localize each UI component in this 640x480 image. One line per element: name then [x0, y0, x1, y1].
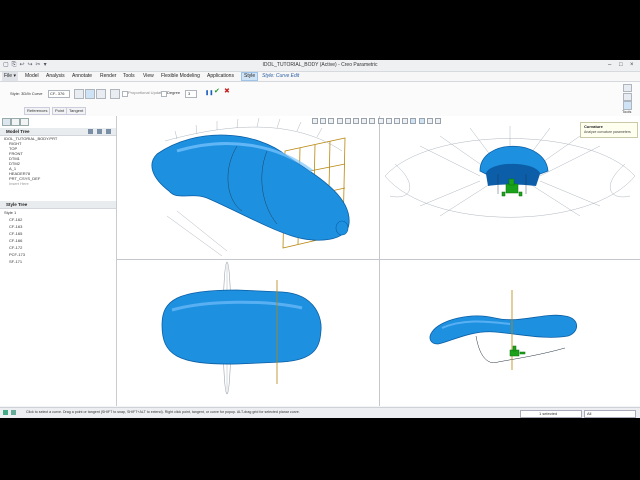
surface-right	[429, 314, 578, 345]
model-tree-item[interactable]: Insert Here	[9, 181, 29, 186]
navigator-panel: Model Tree IDOL_TUTORIAL_BODY.PRT RIGHT TO…	[0, 116, 117, 406]
surface-tip	[335, 220, 349, 236]
degree-field[interactable]: 3	[185, 90, 197, 98]
tab-tools[interactable]: Tools	[121, 72, 137, 81]
free-curve-icon[interactable]	[85, 89, 95, 99]
tree-settings-icon[interactable]	[88, 129, 93, 134]
style-tree-item[interactable]: Style 1	[4, 210, 16, 215]
window-title: IDOL_TUTORIAL_BODY (Active) - Creo Param…	[262, 62, 378, 68]
style-tree-item[interactable]: PCF-173	[9, 252, 25, 257]
tools-group-label: Tools	[622, 109, 632, 114]
ribbon-panel: Style: 3D/Ib Curve CF- 376 Proportional …	[0, 82, 640, 117]
planar-icon[interactable]	[74, 89, 84, 99]
maximize-icon[interactable]: □	[619, 61, 623, 70]
curve-type-label: Style: 3D/Ib Curve	[10, 91, 43, 96]
tab-flexible-modeling[interactable]: Flexible Modeling	[159, 72, 202, 81]
tab-style-curve-edit[interactable]: Style: Curve Edit	[260, 72, 301, 81]
tab-analysis[interactable]: Analysis	[44, 72, 67, 81]
tab-view[interactable]: View	[141, 72, 156, 81]
view-3d[interactable]	[117, 116, 379, 259]
section-tool-icon[interactable]	[623, 93, 632, 101]
style-tree-header[interactable]: Style Tree	[0, 201, 116, 209]
pause-button[interactable]: ❚❚	[205, 89, 213, 97]
tab-annotate[interactable]: Annotate	[70, 72, 94, 81]
ribbon-tabs: File ▾ Model Analysis Annotate Render Tools Vi…	[0, 72, 640, 82]
graphics-area[interactable]	[117, 116, 640, 406]
tree-columns-icon[interactable]	[106, 129, 111, 134]
status-bar: Click to select a curve. Drag a point or…	[0, 407, 640, 418]
style-tree-item[interactable]: CF-166	[9, 238, 22, 243]
tab-style[interactable]: Style	[241, 72, 259, 81]
minimize-icon[interactable]: –	[608, 61, 611, 70]
view-top[interactable]	[117, 260, 379, 406]
tab-model[interactable]: Model	[23, 72, 41, 81]
right-curves	[475, 335, 566, 363]
creo-window: ▢ ⎘ ↩ ↪ ✂ ▾ IDOL_TUTORIAL_BODY (Active) - Cre…	[0, 60, 640, 418]
view-right[interactable]	[380, 260, 640, 406]
folder-icon[interactable]	[11, 118, 20, 126]
style-tree-item[interactable]: CF-172	[9, 245, 22, 250]
message-log-icon[interactable]	[11, 410, 16, 415]
style-tree-item[interactable]: CF-162	[9, 217, 22, 222]
style-tree-item[interactable]: SF-171	[9, 259, 22, 264]
curvature-tooltip: Curvature Analyze curvature parameters	[580, 122, 638, 138]
degree-label: Degree	[167, 90, 181, 95]
cancel-button[interactable]: ✖	[224, 88, 230, 96]
model-tree-icon[interactable]	[2, 118, 11, 126]
selection-count: 1 selected	[520, 410, 582, 418]
tab-render[interactable]: Render	[98, 72, 118, 81]
tab-applications[interactable]: Applications	[205, 72, 236, 81]
close-icon[interactable]: ×	[630, 61, 634, 70]
status-message: Click to select a curve. Drag a point or…	[26, 410, 300, 414]
proportional-update-label: Proportional Update	[128, 90, 164, 95]
control-points-icon[interactable]	[110, 89, 120, 99]
curve-name-field[interactable]: CF- 376	[48, 90, 70, 98]
curvature-tool-icon[interactable]	[623, 84, 632, 92]
style-tree-item[interactable]: CF-163	[9, 224, 22, 229]
cos-curve-icon[interactable]	[96, 89, 106, 99]
subtab-point[interactable]: Point	[52, 107, 68, 115]
ok-button[interactable]: ✔	[214, 88, 220, 96]
subtab-tangent[interactable]: Tangent	[66, 107, 87, 115]
subtab-references[interactable]: References	[24, 107, 51, 115]
title-bar: ▢ ⎘ ↩ ↪ ✂ ▾ IDOL_TUTORIAL_BODY (Active) - Cre…	[0, 60, 640, 72]
favorites-icon[interactable]	[20, 118, 29, 126]
tab-file[interactable]: File ▾	[2, 72, 18, 81]
message-icon[interactable]	[3, 410, 8, 415]
selection-filter[interactable]: All	[584, 410, 636, 418]
tree-filter-icon[interactable]	[97, 129, 102, 134]
style-tree-item[interactable]: CF-165	[9, 231, 22, 236]
